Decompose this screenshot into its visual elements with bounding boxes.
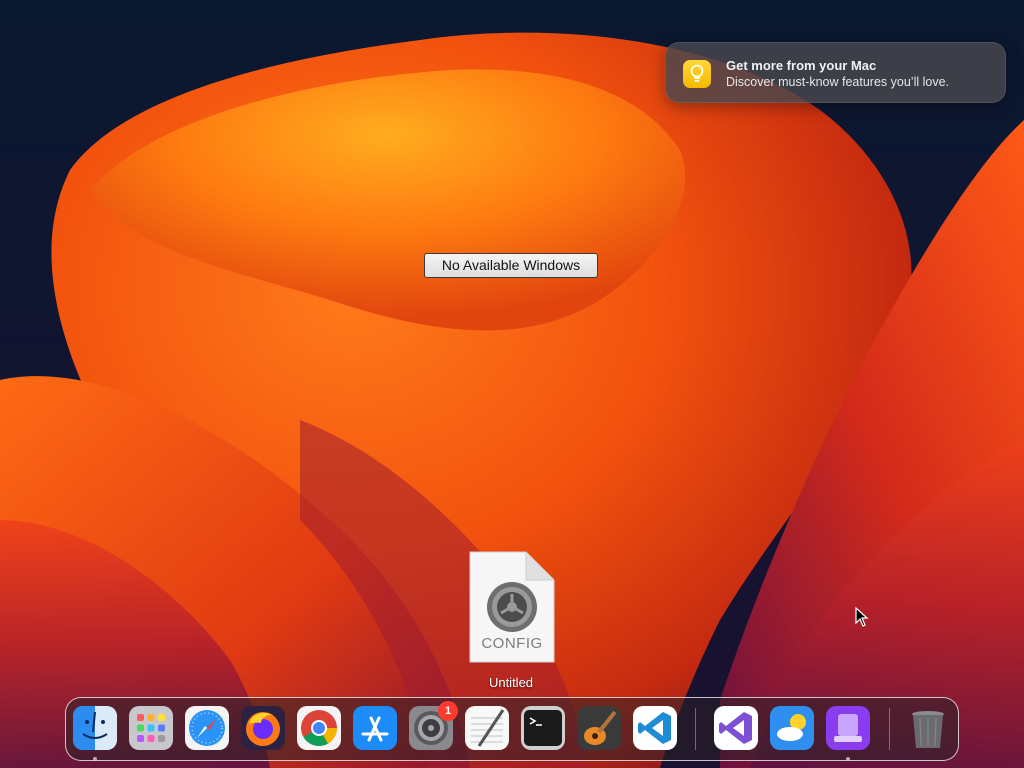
notification-banner[interactable]: Get more from your Mac Discover must-kno… [665,42,1006,103]
dock-item-terminal[interactable] [521,706,565,750]
gear-icon [487,582,537,632]
desktop-file-name[interactable]: Untitled [451,675,571,690]
firefox-icon [241,706,285,750]
dock-item-chrome[interactable] [297,706,341,750]
terminal-icon [521,706,565,750]
lightbulb-icon [683,60,711,88]
weather-icon [770,706,814,750]
desktop-file-config[interactable]: CONFIG [468,550,556,664]
notification-title: Get more from your Mac [726,58,877,73]
dock-separator [695,708,696,750]
no-available-windows-label: No Available Windows [424,253,598,278]
dock-item-trash[interactable] [906,706,950,750]
safari-icon [185,706,229,750]
notification-badge: 1 [438,701,458,721]
dock-item-visual-studio[interactable] [714,706,758,750]
dock-item-simulator[interactable] [826,706,870,750]
dock-item-weather[interactable] [770,706,814,750]
garageband-icon [577,706,621,750]
dock-item-app-store[interactable] [353,706,397,750]
dock [65,697,959,761]
visual-studio-icon [714,706,758,750]
app-store-icon [353,706,397,750]
dock-item-finder[interactable] [73,706,117,750]
chrome-icon [297,706,341,750]
textedit-icon [465,706,509,750]
finder-icon [73,706,117,750]
vscode-icon [633,706,677,750]
dock-separator [889,708,890,750]
file-icon-label: CONFIG [481,635,543,652]
dock-item-textedit[interactable] [465,706,509,750]
dock-item-safari[interactable] [185,706,229,750]
dock-item-launchpad[interactable] [129,706,173,750]
trash-icon [912,711,944,748]
running-indicator [846,757,850,761]
dock-item-garageband[interactable] [577,706,621,750]
launchpad-icon [129,706,173,750]
dock-item-vscode[interactable] [633,706,677,750]
notification-body: Discover must-know features you’ll love. [726,75,949,89]
dock-item-firefox[interactable] [241,706,285,750]
running-indicator [93,757,97,761]
simulator-icon [826,706,870,750]
mouse-cursor-icon [855,606,869,632]
